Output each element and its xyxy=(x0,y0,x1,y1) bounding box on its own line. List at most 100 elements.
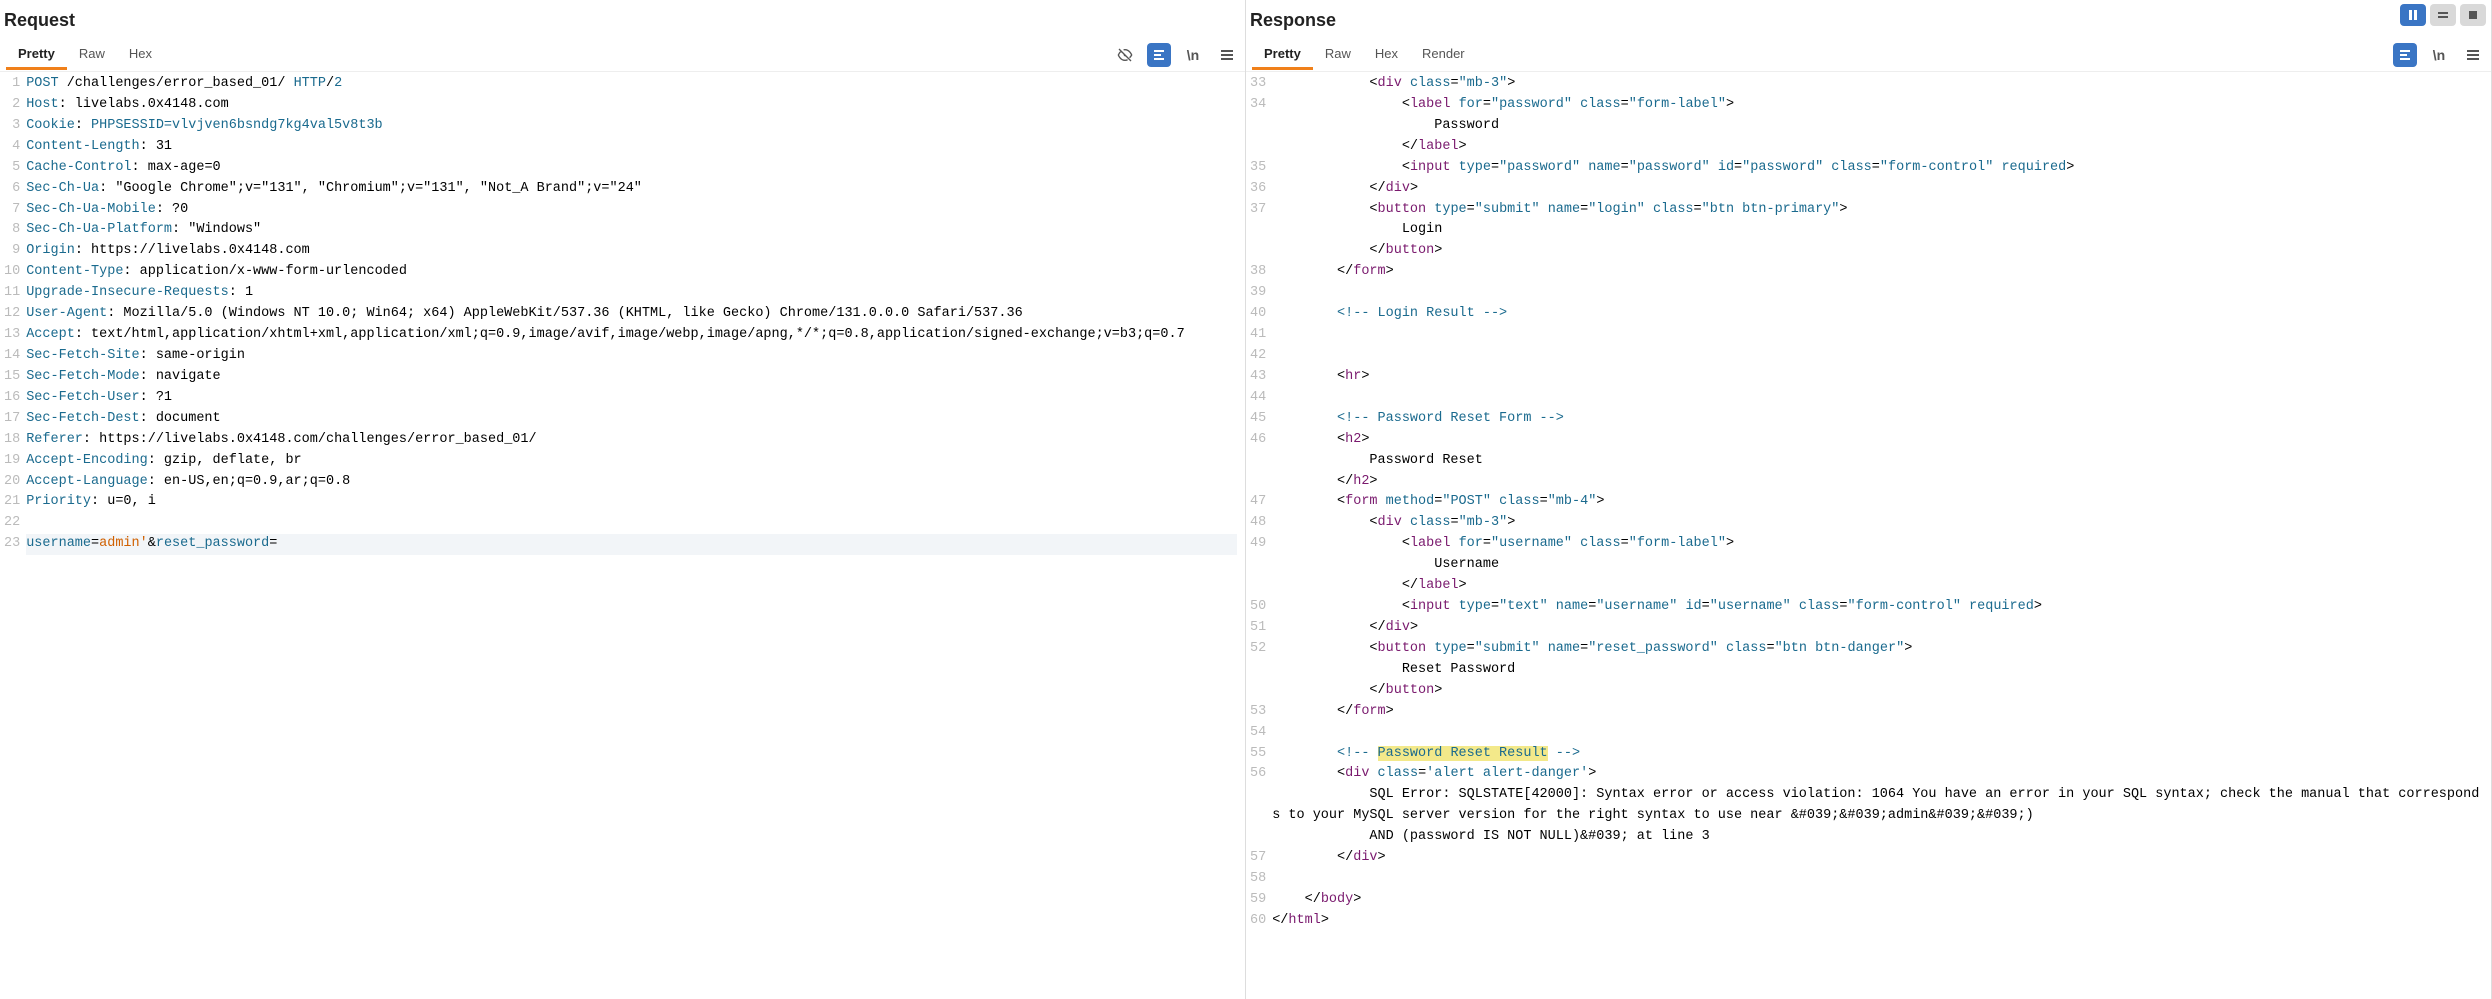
code-line[interactable]: username=admin'&reset_password= xyxy=(26,534,1237,555)
code-line[interactable]: Cookie: PHPSESSID=vlvjven6bsndg7kg4val5v… xyxy=(26,116,1237,137)
menu-icon[interactable] xyxy=(2461,43,2485,67)
code-line[interactable] xyxy=(1272,723,2483,744)
code-line[interactable]: Login xyxy=(1272,220,2483,241)
tab-pretty[interactable]: Pretty xyxy=(1252,40,1313,70)
menu-icon[interactable] xyxy=(1215,43,1239,67)
code-line[interactable] xyxy=(1272,869,2483,890)
code-line[interactable]: </label> xyxy=(1272,576,2483,597)
tab-raw[interactable]: Raw xyxy=(1313,40,1363,70)
code-line[interactable]: </button> xyxy=(1272,681,2483,702)
code-line[interactable]: Host: livelabs.0x4148.com xyxy=(26,95,1237,116)
code-line[interactable]: <form method="POST" class="mb-4"> xyxy=(1272,492,2483,513)
code-line[interactable]: Sec-Fetch-User: ?1 xyxy=(26,388,1237,409)
code-line[interactable]: Accept-Encoding: gzip, deflate, br xyxy=(26,451,1237,472)
line-number: 23 xyxy=(4,534,20,555)
tab-pretty[interactable]: Pretty xyxy=(6,40,67,70)
response-tabs-row: PrettyRawHexRender \n xyxy=(1246,38,2491,72)
code-line[interactable]: <!-- Login Result --> xyxy=(1272,304,2483,325)
response-editor[interactable]: 3334353637383940414243444546474849505152… xyxy=(1246,72,2491,999)
code-line[interactable]: </form> xyxy=(1272,262,2483,283)
code-line[interactable]: Sec-Ch-Ua-Platform: "Windows" xyxy=(26,220,1237,241)
code-line[interactable]: Sec-Ch-Ua: "Google Chrome";v="131", "Chr… xyxy=(26,179,1237,200)
code-line[interactable]: Accept-Language: en-US,en;q=0.9,ar;q=0.8 xyxy=(26,472,1237,493)
line-number: 42 xyxy=(1250,346,1266,367)
code-line[interactable]: <label for="username" class="form-label"… xyxy=(1272,534,2483,555)
request-gutter: 1234567891011121314151617181920212223 xyxy=(0,74,26,999)
request-tabs: PrettyRawHex xyxy=(6,40,164,70)
code-line[interactable]: </div> xyxy=(1272,848,2483,869)
pause-icon[interactable] xyxy=(2400,4,2426,26)
code-line[interactable]: <div class="mb-3"> xyxy=(1272,74,2483,95)
code-line[interactable]: Accept: text/html,application/xhtml+xml,… xyxy=(26,325,1237,346)
code-line[interactable]: Reset Password xyxy=(1272,660,2483,681)
code-line[interactable] xyxy=(1272,388,2483,409)
code-line[interactable]: <hr> xyxy=(1272,367,2483,388)
code-line[interactable]: Cache-Control: max-age=0 xyxy=(26,158,1237,179)
code-line[interactable]: </html> xyxy=(1272,911,2483,932)
line-number: 5 xyxy=(4,158,20,179)
code-line[interactable]: Username xyxy=(1272,555,2483,576)
code-line[interactable]: </form> xyxy=(1272,702,2483,723)
code-line[interactable]: <label for="password" class="form-label"… xyxy=(1272,95,2483,116)
line-number: 41 xyxy=(1250,325,1266,346)
code-line[interactable]: SQL Error: SQLSTATE[42000]: Syntax error… xyxy=(1272,785,2483,827)
line-number xyxy=(1250,220,1266,241)
format-icon[interactable] xyxy=(2393,43,2417,67)
code-line[interactable]: User-Agent: Mozilla/5.0 (Windows NT 10.0… xyxy=(26,304,1237,325)
eye-off-icon[interactable] xyxy=(1113,43,1137,67)
tab-render[interactable]: Render xyxy=(1410,40,1477,70)
code-line[interactable]: </div> xyxy=(1272,618,2483,639)
code-line[interactable]: AND (password IS NOT NULL)&#039; at line… xyxy=(1272,827,2483,848)
code-line[interactable]: POST /challenges/error_based_01/ HTTP/2 xyxy=(26,74,1237,95)
code-line[interactable]: Content-Length: 31 xyxy=(26,137,1237,158)
line-number: 19 xyxy=(4,451,20,472)
request-header: Request xyxy=(0,0,1245,38)
response-title: Response xyxy=(1250,10,1336,35)
code-line[interactable]: </h2> xyxy=(1272,472,2483,493)
code-line[interactable]: Password Reset xyxy=(1272,451,2483,472)
stop-icon[interactable] xyxy=(2460,4,2486,26)
code-line[interactable]: Referer: https://livelabs.0x4148.com/cha… xyxy=(26,430,1237,451)
equals-icon[interactable] xyxy=(2430,4,2456,26)
tab-hex[interactable]: Hex xyxy=(1363,40,1410,70)
code-line[interactable]: </button> xyxy=(1272,241,2483,262)
response-tabs: PrettyRawHexRender xyxy=(1252,40,1477,70)
wrap-icon[interactable]: \n xyxy=(1181,43,1205,67)
code-line[interactable]: Content-Type: application/x-www-form-url… xyxy=(26,262,1237,283)
tab-raw[interactable]: Raw xyxy=(67,40,117,70)
code-line[interactable]: </body> xyxy=(1272,890,2483,911)
code-line[interactable] xyxy=(1272,325,2483,346)
code-line[interactable]: <!-- Password Reset Result --> xyxy=(1272,744,2483,765)
code-line[interactable] xyxy=(26,513,1237,534)
code-line[interactable]: <button type="submit" name="login" class… xyxy=(1272,200,2483,221)
tab-hex[interactable]: Hex xyxy=(117,40,164,70)
code-line[interactable] xyxy=(1272,346,2483,367)
code-line[interactable]: Upgrade-Insecure-Requests: 1 xyxy=(26,283,1237,304)
code-line[interactable]: Sec-Fetch-Dest: document xyxy=(26,409,1237,430)
response-code[interactable]: <div class="mb-3"> <label for="password"… xyxy=(1272,74,2491,999)
code-line[interactable]: </div> xyxy=(1272,179,2483,200)
code-line[interactable]: Password xyxy=(1272,116,2483,137)
response-panel: Response PrettyRawHexRender \n 333435363… xyxy=(1246,0,2492,999)
code-line[interactable]: Priority: u=0, i xyxy=(26,492,1237,513)
code-line[interactable]: Origin: https://livelabs.0x4148.com xyxy=(26,241,1237,262)
code-line[interactable]: <h2> xyxy=(1272,430,2483,451)
code-line[interactable]: Sec-Ch-Ua-Mobile: ?0 xyxy=(26,200,1237,221)
request-editor[interactable]: 1234567891011121314151617181920212223 PO… xyxy=(0,72,1245,999)
code-line[interactable] xyxy=(1272,283,2483,304)
code-line[interactable]: <div class="mb-3"> xyxy=(1272,513,2483,534)
code-line[interactable]: <!-- Password Reset Form --> xyxy=(1272,409,2483,430)
response-header: Response xyxy=(1246,0,2491,38)
wrap-icon[interactable]: \n xyxy=(2427,43,2451,67)
code-line[interactable] xyxy=(1272,932,2483,953)
code-line[interactable]: </label> xyxy=(1272,137,2483,158)
format-icon[interactable] xyxy=(1147,43,1171,67)
request-code[interactable]: POST /challenges/error_based_01/ HTTP/2H… xyxy=(26,74,1245,999)
code-line[interactable]: <button type="submit" name="reset_passwo… xyxy=(1272,639,2483,660)
code-line[interactable]: Sec-Fetch-Site: same-origin xyxy=(26,346,1237,367)
code-line[interactable]: <input type="text" name="username" id="u… xyxy=(1272,597,2483,618)
code-line[interactable]: <div class='alert alert-danger'> xyxy=(1272,764,2483,785)
code-line[interactable]: Sec-Fetch-Mode: navigate xyxy=(26,367,1237,388)
code-line[interactable]: <input type="password" name="password" i… xyxy=(1272,158,2483,179)
line-number: 34 xyxy=(1250,95,1266,116)
